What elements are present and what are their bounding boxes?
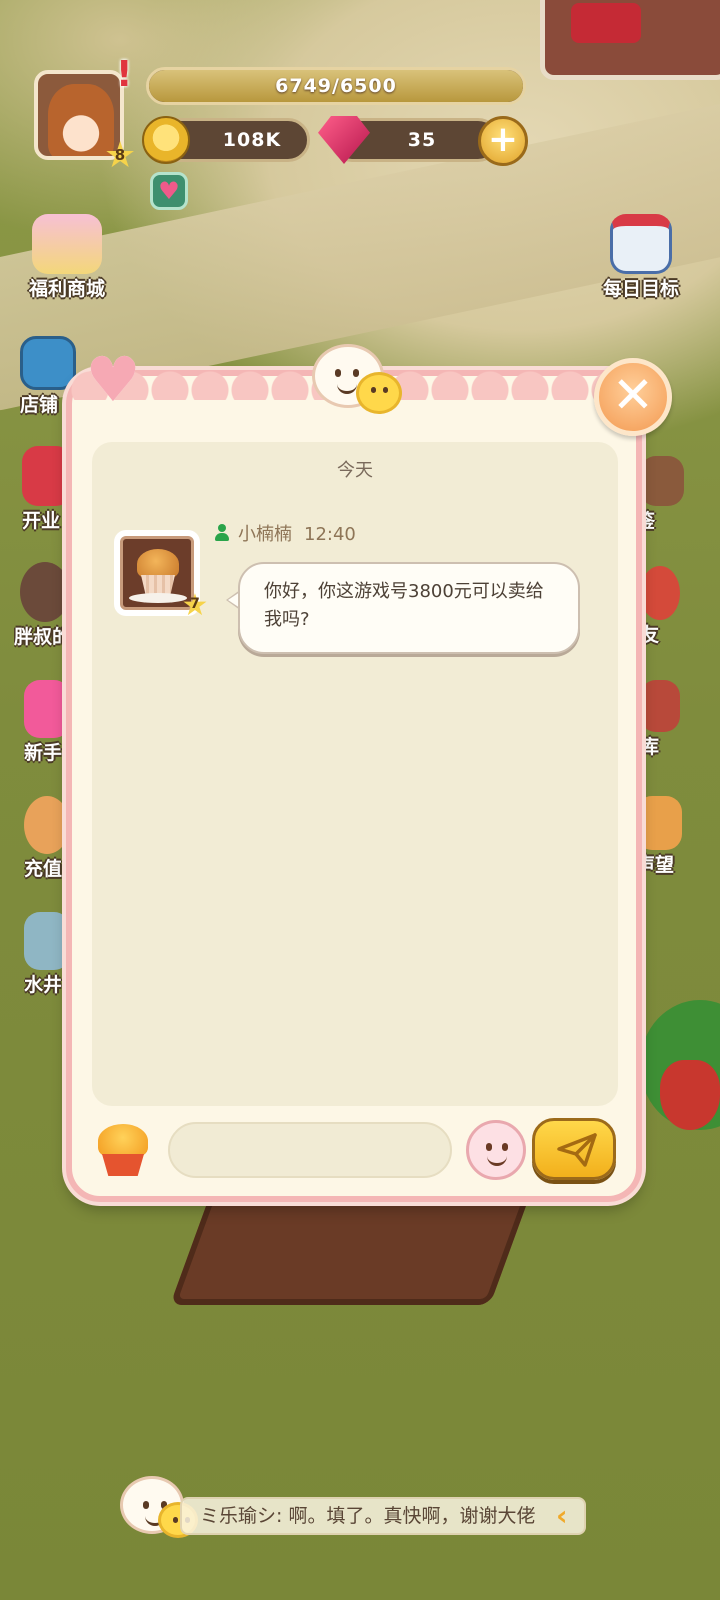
welfare-shop-icon [32,214,102,274]
sender-level: 7 [190,596,200,612]
side-menu-label: 鉴 [636,510,656,532]
friends-icon [640,566,680,620]
cake-quick-phrase-button[interactable] [94,1120,152,1180]
heart-decoration-icon: ♥ [85,343,141,416]
chat-input[interactable] [168,1122,452,1178]
side-menu-label: 水井 [24,974,63,996]
send-button[interactable] [532,1118,616,1180]
recharge-girl-icon [24,796,70,854]
heart-icon[interactable]: ♥ [150,172,188,210]
yellow-smiley-icon [356,372,402,414]
side-menu-label: 开业 [22,510,61,532]
tree-plot[interactable] [169,1195,531,1305]
shop-video-icon [20,336,76,390]
message-bubble: 你好，你这游戏号3800元可以卖给我吗? [238,562,580,654]
chat-bubbles-icon [312,344,404,420]
side-menu-newbie[interactable]: 新手 [24,680,70,765]
newbie-gift-icon [24,680,70,738]
side-menu-welfare-shop[interactable]: 福利商城 [22,214,112,301]
reputation-icon [636,796,682,850]
water-well-icon [24,912,70,970]
paper-plane-icon [557,1133,597,1167]
side-menu-friends[interactable]: 友 [640,566,684,647]
side-menu-warehouse[interactable]: 库 [640,680,684,759]
close-button[interactable]: ✕ [594,358,672,436]
side-menu-label: 友 [640,624,660,646]
side-menu-guide[interactable]: 鉴 [636,456,684,533]
uncle-character-icon [20,562,70,622]
world-chat-ticker[interactable]: ミ乐瑜シ: 啊。填了。真快啊，谢谢大佬 [180,1497,586,1535]
chevron-left-icon[interactable]: ‹ [556,1500,568,1532]
side-menu-label: 每日目标 [602,278,679,300]
player-level: 8 [114,146,126,164]
calendar-icon [610,214,672,274]
opening-gift-icon [22,446,72,506]
side-menu-label: 充值 [24,858,63,880]
alert-exclamation-icon: ! [116,54,133,95]
emoji-button[interactable] [466,1120,526,1180]
side-menu-daily-goals[interactable]: 每日目标 [596,214,686,301]
sender-name[interactable]: 小楠楠 [238,524,292,545]
side-menu-reputation[interactable]: 声望 [636,796,686,877]
side-menu-well[interactable]: 水井 [24,912,70,997]
add-gems-button[interactable]: + [478,116,528,166]
date-divider: 今天 [337,460,373,481]
coin-icon [142,116,190,164]
side-menu-label: 库 [640,736,660,758]
user-icon [214,524,230,542]
warehouse-icon [640,680,680,732]
shop-building[interactable] [540,0,720,80]
side-menu-recharge[interactable]: 充值 [24,796,70,881]
side-menu-opening[interactable]: 开业 [22,446,72,533]
side-menu-label: 新手 [24,742,63,764]
side-menu-label: 胖叔的 [14,626,70,648]
experience-bar: 6749/6500 [146,67,526,105]
side-menu-label: 声望 [636,854,675,876]
side-menu-label: 福利商城 [28,278,105,300]
cake-icon [98,1124,148,1158]
sender-info: 小楠楠 12:40 [238,520,356,546]
side-menu-uncle[interactable]: 胖叔的 [14,562,70,649]
experience-text: 6749/6500 [275,75,397,97]
message-time: 12:40 [304,524,356,545]
guide-book-icon [640,456,684,506]
